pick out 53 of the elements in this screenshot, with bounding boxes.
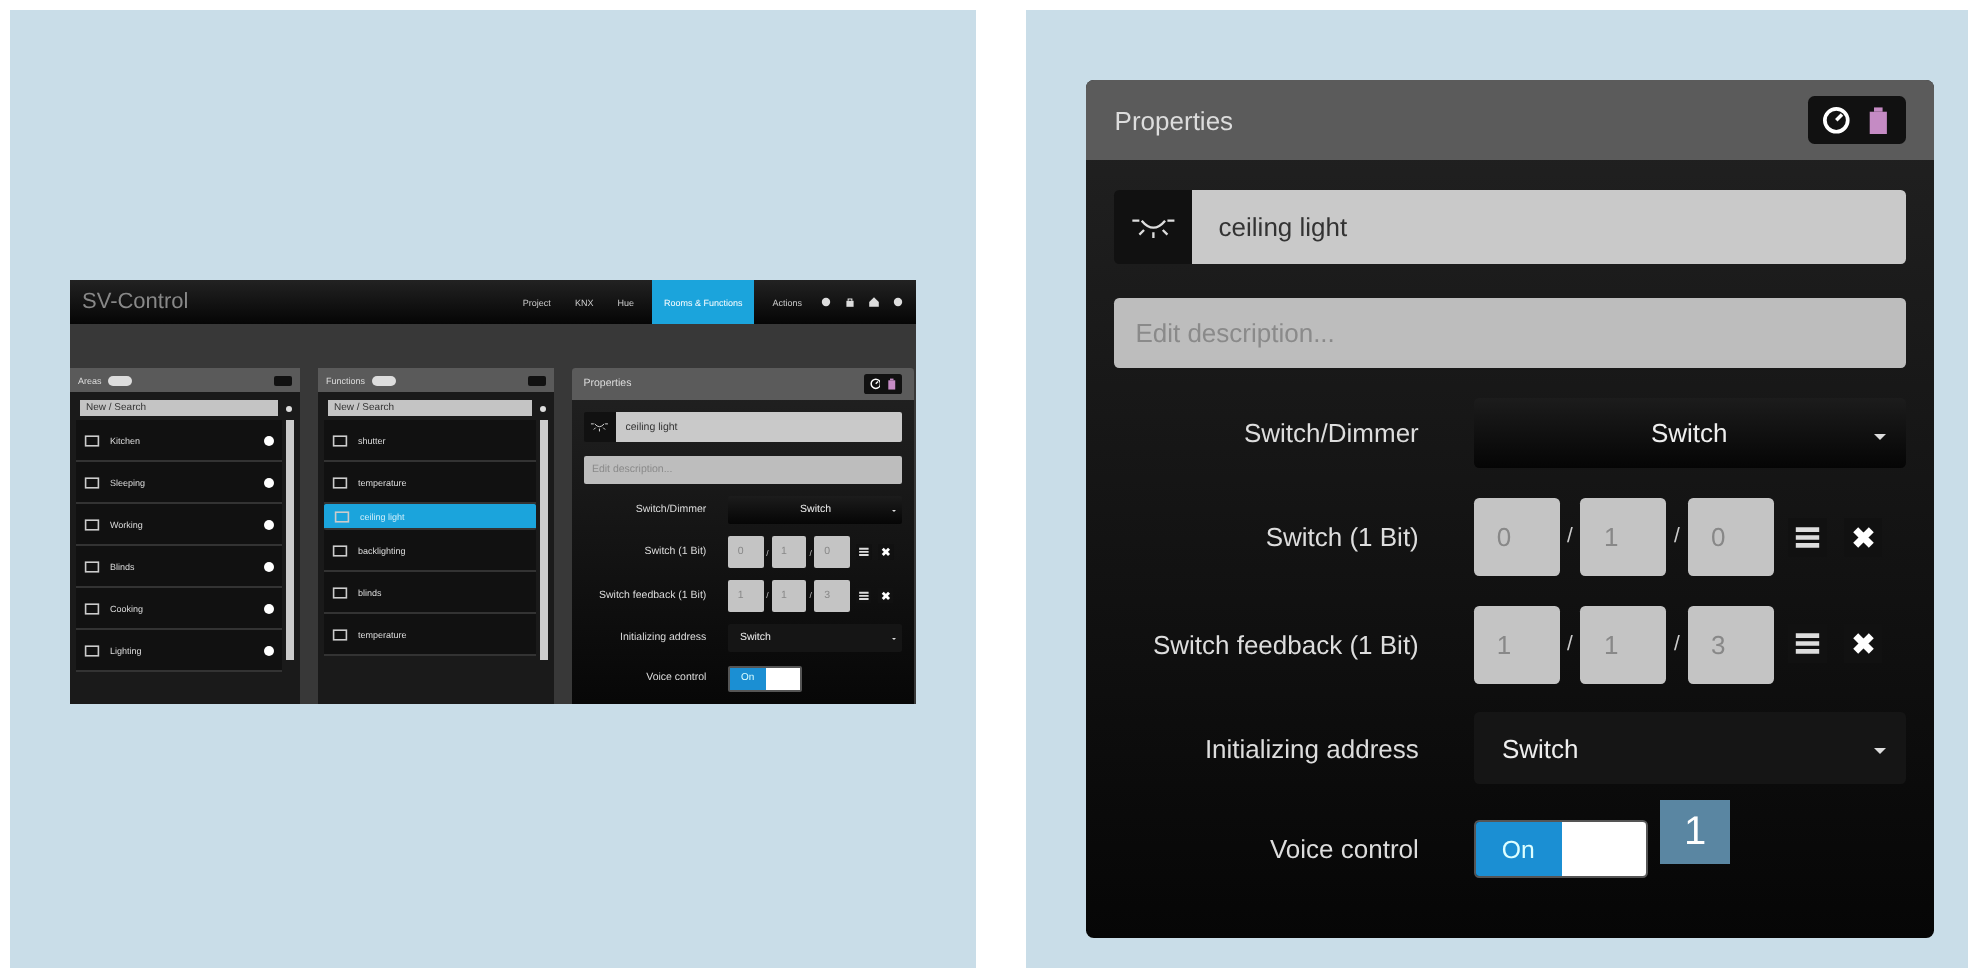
square-icon xyxy=(84,517,100,531)
field-label: Initializing address xyxy=(1202,733,1419,764)
square-icon xyxy=(84,601,100,615)
field-label: Switch feedback (1 Bit) xyxy=(1150,629,1419,660)
lock-icon[interactable] xyxy=(844,296,856,308)
square-icon xyxy=(84,433,100,447)
expand-button[interactable] xyxy=(264,561,274,571)
square-icon xyxy=(332,475,348,489)
field-label: Switch (1 Bit) xyxy=(1263,522,1419,553)
name-field[interactable]: ceiling light xyxy=(1192,190,1905,264)
list-icon[interactable] xyxy=(855,587,872,604)
separator: / xyxy=(1674,633,1680,656)
separator: / xyxy=(1674,526,1680,549)
app-title: SV-Control xyxy=(82,290,189,314)
gauge-icon[interactable] xyxy=(869,378,881,391)
light-icon xyxy=(589,422,609,432)
gauge-icon[interactable] xyxy=(1821,106,1851,135)
home-icon[interactable] xyxy=(868,296,880,308)
scroll-bar[interactable] xyxy=(286,420,294,660)
scroll-bar[interactable] xyxy=(540,420,548,660)
icon-button[interactable] xyxy=(1114,190,1193,264)
square-icon xyxy=(333,509,350,524)
caret-icon xyxy=(1874,433,1887,440)
dropdown[interactable]: Switch xyxy=(1473,398,1905,469)
callout-number: 1 xyxy=(1660,800,1730,864)
expand-button[interactable] xyxy=(264,603,274,613)
square-icon xyxy=(332,585,348,600)
caret-icon xyxy=(1874,748,1887,755)
field-label: Voice control xyxy=(1267,834,1419,865)
list-icon[interactable] xyxy=(855,544,872,561)
square-icon xyxy=(332,627,348,642)
square-icon xyxy=(84,643,100,657)
expand-button[interactable] xyxy=(264,519,274,529)
field-label: Switch/Dimmer xyxy=(1241,418,1419,449)
count-badge xyxy=(371,375,396,385)
separator: / xyxy=(1566,526,1573,549)
count-badge xyxy=(107,375,132,385)
expand-button[interactable] xyxy=(264,645,274,655)
close-icon[interactable] xyxy=(877,587,894,604)
arrow-button[interactable] xyxy=(274,375,292,385)
close-icon[interactable] xyxy=(877,544,894,561)
expand-button[interactable] xyxy=(264,477,274,487)
panel-title: Properties xyxy=(1114,105,1234,136)
square-icon xyxy=(84,475,100,489)
light-icon xyxy=(1130,215,1177,239)
square-icon xyxy=(332,543,348,558)
trash-icon[interactable] xyxy=(885,378,898,391)
arrow-button[interactable] xyxy=(528,375,546,385)
square-icon xyxy=(332,433,348,447)
expand-button[interactable] xyxy=(264,435,274,445)
separator: / xyxy=(1566,633,1573,656)
square-icon xyxy=(84,559,100,573)
dropdown[interactable]: Switch xyxy=(1473,712,1905,784)
